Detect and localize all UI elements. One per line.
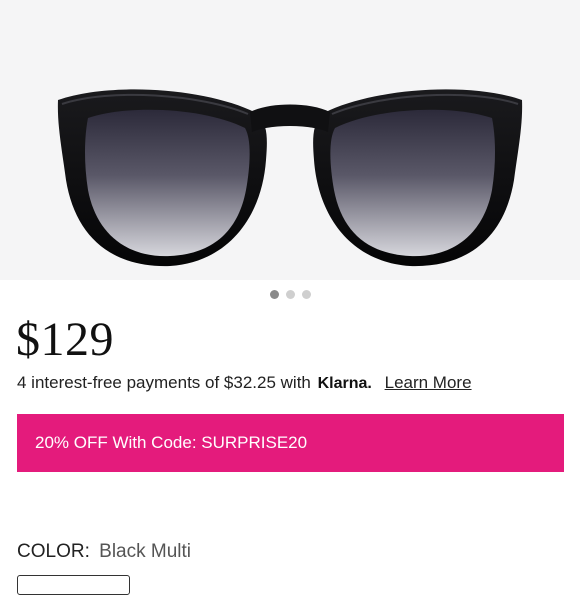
carousel-dot-3[interactable]: [302, 290, 311, 299]
color-value: Black Multi: [99, 541, 191, 562]
color-label: COLOR:: [17, 541, 90, 562]
product-price: $129: [16, 313, 114, 366]
carousel-dot-2[interactable]: [286, 290, 295, 299]
promo-banner: 20% OFF With Code: SURPRISE20: [17, 414, 564, 472]
installment-info: 4 interest-free payments of $32.25 with …: [17, 372, 577, 395]
promo-text: 20% OFF With Code: SURPRISE20: [35, 433, 308, 452]
carousel-dot-1[interactable]: [270, 290, 279, 299]
learn-more-link[interactable]: Learn More: [385, 373, 472, 392]
installment-text: 4 interest-free payments of $32.25 with: [17, 373, 311, 392]
klarna-logo: Klarna.: [317, 375, 372, 392]
product-image[interactable]: [0, 0, 580, 280]
sunglasses-image: [57, 89, 523, 267]
color-selector-label: COLOR: Black Multi: [17, 541, 191, 563]
color-swatch-black-multi[interactable]: [17, 575, 130, 595]
carousel-indicator[interactable]: [0, 290, 580, 300]
